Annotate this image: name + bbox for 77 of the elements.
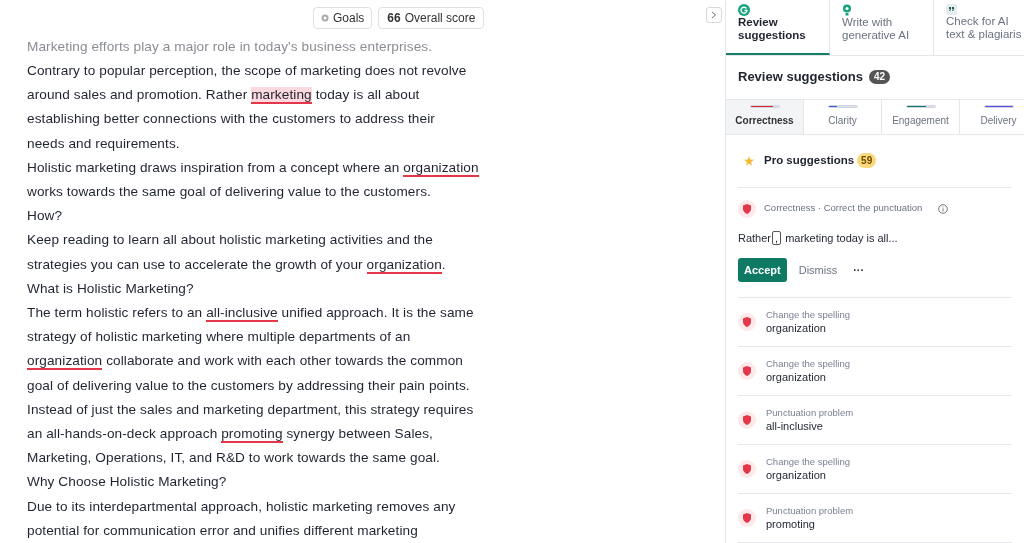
flagged-word[interactable]: organization — [403, 159, 479, 177]
panel-title: Review suggestions — [738, 68, 863, 87]
info-icon — [938, 203, 949, 214]
lightbulb-icon — [842, 4, 852, 16]
panel-tab[interactable]: Write with generative AI — [830, 0, 934, 55]
document-line: works towards the same goal of delivering value to the customers. — [27, 182, 432, 201]
score-label: Overall score — [404, 10, 476, 27]
score-button[interactable]: 66 Overall score — [378, 7, 485, 29]
collapse-button[interactable] — [706, 7, 722, 23]
pro-suggestions-label: Pro suggestions — [764, 152, 855, 168]
shield-icon — [738, 460, 756, 478]
document-line: Contrary to popular perception, the scope of marketing does not revolve — [27, 61, 468, 80]
category-tab[interactable]: Engagement — [882, 99, 960, 134]
flagged-word[interactable]: all-inclusive — [206, 304, 278, 322]
document-line: strategies you can use to accelerate the growth of your organization. — [27, 255, 447, 276]
suggestion-type: Change the spelling — [766, 455, 850, 468]
document-line: Keep reading to learn all about holistic marketing activities and the — [27, 231, 434, 250]
document-line: Holistic marketing draws inspiration from a concept where an organization — [27, 158, 480, 179]
suggestion-word: organization — [766, 467, 827, 483]
document-line: Marketing, Operations, IT, and R&D to work towards the same goal. — [27, 449, 441, 468]
suggestion-type: Change the spelling — [766, 308, 850, 321]
document-line: What is Holistic Marketing? — [27, 279, 195, 298]
quote-icon — [946, 4, 957, 15]
category-tab[interactable]: Clarity — [804, 99, 882, 134]
highlighted-word[interactable]: marketing — [251, 87, 312, 105]
document-line: Marketing efforts play a major role in today's business enterprises. — [27, 37, 434, 56]
panel-tab[interactable]: Check for AI text & plagiaris — [934, 0, 1024, 55]
document-line: around sales and promotion. Rather marketing today is all about — [27, 86, 421, 107]
document-line: an all-hands-on-deck approach promoting synergy between Sales, — [27, 424, 434, 445]
pro-count-badge: 59 — [857, 153, 877, 168]
suggestion-card[interactable]: Punctuation problem all-inclusive — [738, 396, 1012, 445]
suggestion-card[interactable]: Change the spelling organization — [738, 347, 1012, 396]
document-line: Why Choose Holistic Marketing? — [27, 473, 228, 492]
suggestion-word: all-inclusive — [766, 418, 824, 434]
suggestion-preview: Rather , marketing today is all... — [738, 229, 899, 246]
shield-icon — [738, 362, 756, 380]
document-line: organization collaborate and work with each other towards the common — [27, 352, 464, 373]
suggestion-type: Punctuation problem — [766, 406, 854, 419]
goals-button[interactable]: Goals — [313, 7, 373, 29]
inserted-comma[interactable]: , — [772, 230, 782, 245]
suggestion-card[interactable]: Change the spelling organization — [738, 445, 1012, 494]
document-line: potential for communication error and unifies different marketing — [27, 521, 419, 540]
panel-tab[interactable]: Review suggestions — [726, 0, 830, 55]
suggestion-card[interactable]: Punctuation problem promoting — [738, 494, 1012, 543]
shield-icon — [738, 199, 756, 218]
suggestion-word: organization — [766, 369, 827, 385]
star-icon — [744, 155, 754, 166]
shield-icon — [738, 509, 756, 527]
more-button[interactable]: ··· — [853, 261, 865, 279]
score-value: 66 — [387, 10, 401, 27]
flagged-word[interactable]: organization — [366, 256, 442, 274]
count-badge: 42 — [869, 70, 891, 85]
document-line: The term holistic refers to an all-inclusive unified approach. It is the same — [27, 303, 475, 324]
flagged-word[interactable]: promoting — [221, 426, 283, 443]
category-tab[interactable]: Correctness — [726, 99, 804, 134]
shield-icon — [738, 411, 756, 429]
document-line: needs and requirements. — [27, 134, 181, 153]
logo-icon — [738, 4, 750, 16]
suggestion-type: Change the spelling — [766, 357, 850, 370]
document-line: How? — [27, 207, 64, 226]
flagged-word[interactable]: organization — [27, 353, 103, 371]
document-line: Instead of just the sales and marketing department, this strategy requires — [27, 400, 475, 419]
shield-icon — [738, 313, 756, 331]
suggestion-category: Correctness · Correct the punctuation — [764, 201, 923, 216]
document-line: Due to its interdepartmental approach, holistic marketing removes any — [27, 497, 457, 516]
suggestion-card[interactable]: Change the spelling organization — [738, 298, 1012, 347]
accept-button[interactable]: Accept — [738, 258, 787, 282]
dismiss-button[interactable]: Dismiss — [798, 261, 838, 279]
document-line: establishing better connections with the customers to address their — [27, 110, 436, 129]
chevron-right-icon — [711, 11, 717, 19]
suggestion-word: promoting — [766, 516, 816, 532]
document-line: goal of delivering value to the customers by addressing their pain points. — [27, 376, 471, 395]
category-tab[interactable]: Delivery — [960, 99, 1024, 134]
target-icon — [321, 14, 329, 22]
document-line: strategy of holistic marketing where multiple departments of an — [27, 328, 412, 347]
suggestion-word: organization — [766, 320, 827, 336]
suggestion-type: Punctuation problem — [766, 504, 854, 517]
